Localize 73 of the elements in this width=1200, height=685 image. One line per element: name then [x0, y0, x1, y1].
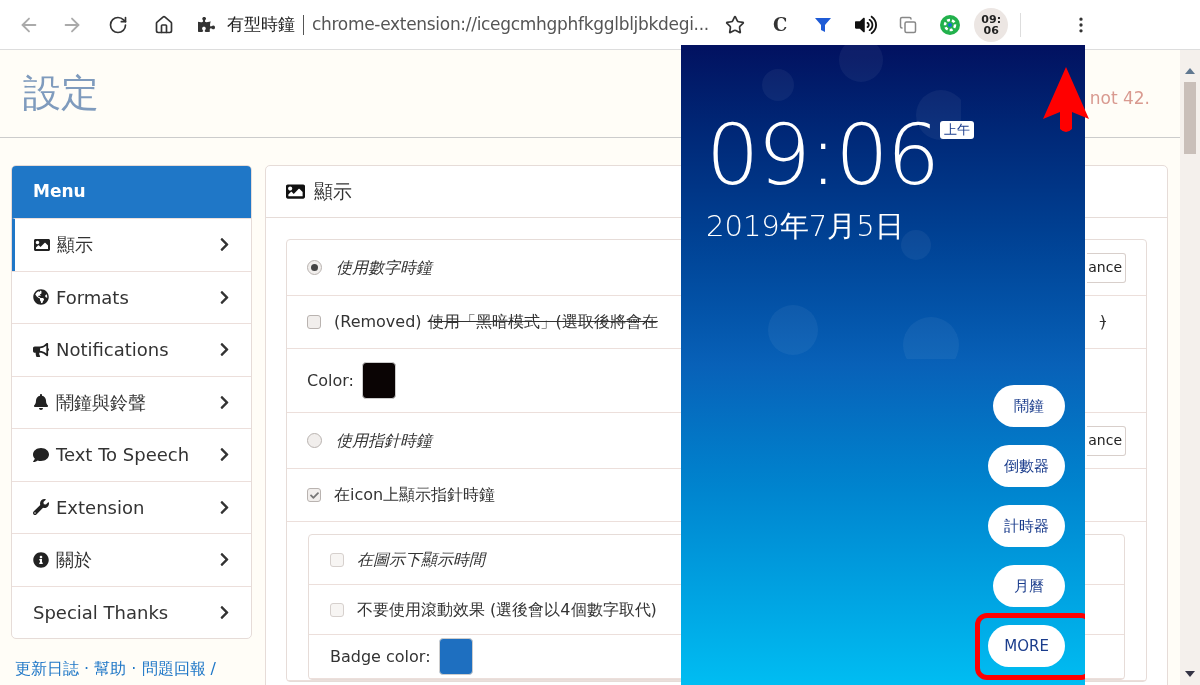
color-swatch[interactable] — [438, 638, 473, 675]
scroll-down-icon[interactable] — [1185, 671, 1195, 677]
popup-button[interactable]: 倒數器 — [988, 445, 1065, 487]
color-swatch[interactable] — [361, 362, 396, 399]
notice-text: not 42. — [1089, 86, 1150, 110]
checkbox[interactable] — [330, 552, 344, 567]
page-title: 有型時鐘 — [227, 12, 295, 36]
color-label: Color: — [307, 369, 354, 392]
menu-item[interactable]: 鬧鐘與鈴聲 — [12, 375, 251, 428]
menu-item[interactable]: Notifications — [12, 323, 251, 376]
checkbox[interactable] — [330, 602, 344, 617]
clock-date: 2019年7月5日 — [706, 208, 905, 245]
option-label: 不要使用滾動效果 (選後會以4個數字取代) — [357, 598, 657, 621]
scroll-up-icon[interactable] — [1185, 68, 1195, 74]
reload-icon[interactable] — [108, 14, 128, 35]
advance-button[interactable]: ance — [1087, 252, 1126, 283]
chevron-icon — [218, 342, 231, 358]
checkbox[interactable] — [307, 488, 321, 502]
option-label: 在圖示下顯示時間 — [357, 548, 485, 571]
bookmark-star-icon[interactable] — [724, 14, 745, 35]
puzzle-icon — [198, 16, 215, 33]
struck-label: ) — [1099, 311, 1106, 333]
menu-item[interactable]: Extension — [12, 480, 251, 533]
menu-item[interactable]: Special Thanks — [12, 585, 251, 638]
menu-item[interactable]: 關於 — [12, 533, 251, 586]
clock-time: 09:06 — [706, 113, 939, 197]
page-heading: 設定 — [23, 70, 99, 117]
globe-icon — [33, 289, 49, 306]
popup-button[interactable]: MORE — [988, 625, 1065, 667]
menu-item[interactable]: 顯示 — [12, 218, 251, 271]
chevron-icon — [218, 237, 231, 253]
clock-extension-button[interactable]: 09: 06 — [974, 7, 1009, 42]
option-label: 在icon上顯示指針時鐘 — [334, 484, 496, 506]
image-icon — [286, 182, 305, 201]
speech-bubble-icon — [33, 446, 49, 463]
chevron-icon — [218, 604, 231, 620]
popup-button[interactable]: 鬧鐘 — [993, 385, 1065, 427]
option-label: 使用指針時鐘 — [336, 429, 432, 452]
scrollbar-thumb[interactable] — [1184, 82, 1196, 154]
menu-item[interactable]: Formats — [12, 270, 251, 323]
megaphone-icon — [33, 341, 49, 358]
color-label: Badge color: — [330, 645, 431, 668]
option-label: 使用數字時鐘 — [336, 256, 432, 279]
struck-label: 使用「黑暗模式」(選取後將會在 — [427, 311, 658, 333]
checkbox[interactable] — [307, 315, 321, 329]
chevron-icon — [218, 447, 231, 463]
popup-button[interactable]: 計時器 — [988, 505, 1065, 547]
popup-button[interactable]: 月曆 — [993, 565, 1065, 607]
panel-title: 顯示 — [314, 179, 352, 205]
home-icon[interactable] — [154, 14, 174, 35]
chevron-icon — [218, 289, 231, 305]
scrollbar[interactable] — [1180, 50, 1200, 685]
chevron-icon — [218, 552, 231, 568]
bell-icon — [33, 394, 49, 411]
extension-button[interactable]: C — [772, 11, 788, 38]
menu-header: Menu — [12, 166, 251, 218]
menu-item[interactable]: Text To Speech — [12, 428, 251, 481]
meridiem-badge: 上午 — [940, 121, 975, 139]
info-icon — [33, 551, 49, 568]
footer-links[interactable]: 更新日誌 · 幫助 · 問題回報 / — [15, 657, 252, 681]
chevron-icon — [218, 394, 231, 410]
image-icon — [34, 236, 50, 253]
gear-icon[interactable] — [939, 13, 962, 36]
option-label: (Removed) — [334, 311, 422, 333]
wrench-icon — [33, 499, 49, 516]
advance-button[interactable]: ance — [1087, 425, 1126, 456]
annotation-arrow — [1042, 67, 1090, 133]
radio-button[interactable] — [307, 433, 322, 448]
copy-icon[interactable] — [899, 15, 918, 34]
address-url[interactable]: chrome-extension://icegcmhgphfkgglbljbkdegi... — [312, 11, 709, 38]
speaker-icon[interactable] — [855, 13, 878, 36]
chevron-icon — [218, 499, 231, 515]
radio-button[interactable] — [307, 260, 322, 275]
